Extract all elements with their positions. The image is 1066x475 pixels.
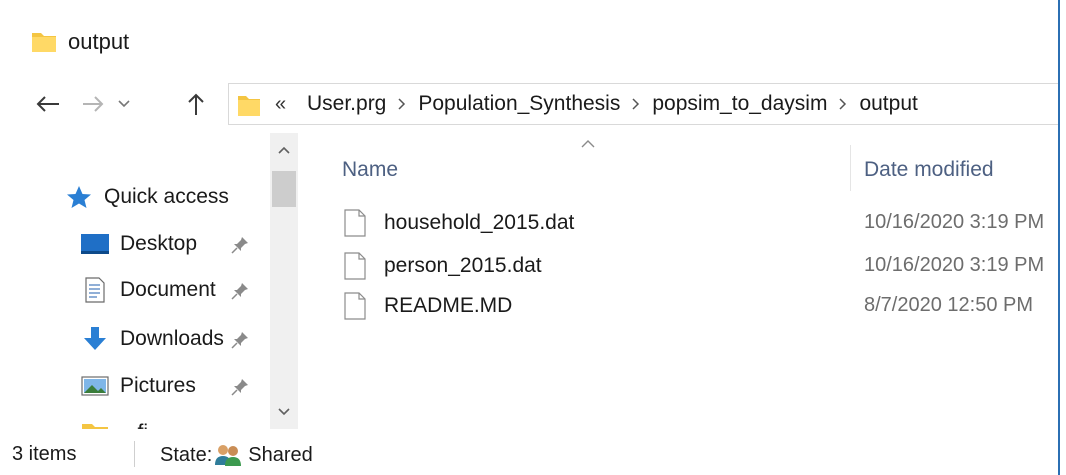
nav-item-label: ...fi... xyxy=(120,421,220,429)
breadcrumb: User.prg Population_Synthesis popsim_to_… xyxy=(305,92,920,116)
nav-item-label: Pictures xyxy=(120,374,196,397)
folder-icon xyxy=(82,424,108,429)
file-list: Name Date modified household_2015.dat 10… xyxy=(298,133,1058,429)
arrow-up-icon xyxy=(188,93,204,115)
breadcrumb-population-synthesis[interactable]: Population_Synthesis xyxy=(416,92,622,116)
chevron-down-icon xyxy=(118,100,130,108)
file-name: household_2015.dat xyxy=(384,211,575,234)
scroll-thumb[interactable] xyxy=(272,171,296,207)
chevron-up-icon xyxy=(278,146,290,154)
nav-item-desktop[interactable]: Desktop xyxy=(0,224,270,264)
nav-item-label: Quick access xyxy=(104,185,229,208)
file-date-modified: 10/16/2020 3:19 PM xyxy=(864,211,1045,233)
nav-item-label: Desktop xyxy=(120,232,198,255)
pin-icon[interactable] xyxy=(230,377,250,397)
nav-item-pictures[interactable]: Pictures xyxy=(0,366,270,406)
nav-item-documents[interactable]: Document xyxy=(0,270,270,310)
scroll-down-button[interactable] xyxy=(270,395,298,429)
navigation-bar: « User.prg Population_Synthesis popsim_t… xyxy=(0,80,1058,128)
breadcrumb-output[interactable]: output xyxy=(857,92,919,116)
pin-icon[interactable] xyxy=(230,281,250,301)
breadcrumb-popsim-to-daysim[interactable]: popsim_to_daysim xyxy=(650,92,829,116)
window-border xyxy=(1058,0,1060,475)
back-button[interactable] xyxy=(30,86,66,122)
folder-icon xyxy=(238,96,260,116)
chevron-right-icon[interactable] xyxy=(388,98,416,110)
folder-icon xyxy=(32,33,56,52)
nav-pane-scrollbar[interactable] xyxy=(270,133,298,429)
breadcrumb-overflow[interactable]: « xyxy=(275,93,286,116)
download-icon xyxy=(84,327,106,350)
pin-icon[interactable] xyxy=(230,235,250,255)
navigation-pane: Quick access Desktop Document Downloads xyxy=(0,133,298,429)
shared-users-icon xyxy=(215,445,242,466)
nav-item-downloads[interactable]: Downloads xyxy=(0,319,270,359)
star-icon xyxy=(67,186,91,208)
pin-icon[interactable] xyxy=(230,330,250,350)
file-row[interactable]: person_2015.dat 10/16/2020 3:19 PM xyxy=(342,246,1058,286)
forward-button[interactable] xyxy=(78,86,108,122)
chevron-down-icon xyxy=(278,408,290,416)
item-count: 3 items xyxy=(12,443,77,465)
title-bar: output xyxy=(0,0,1058,80)
nav-item-folder[interactable]: ...fi... xyxy=(0,413,270,429)
nav-item-label: Document xyxy=(120,278,216,301)
desktop-icon xyxy=(81,234,109,254)
address-bar[interactable]: « User.prg Population_Synthesis popsim_t… xyxy=(228,83,1058,125)
file-date-modified: 8/7/2020 12:50 PM xyxy=(864,294,1034,316)
column-header-name[interactable]: Name xyxy=(342,147,842,193)
breadcrumb-user-prg[interactable]: User.prg xyxy=(305,92,388,116)
chevron-right-icon[interactable] xyxy=(622,98,650,110)
column-header-date-modified[interactable]: Date modified xyxy=(864,147,1058,193)
file-date-modified: 10/16/2020 3:19 PM xyxy=(864,254,1045,276)
chevron-right-icon[interactable] xyxy=(829,98,857,110)
file-name: README.MD xyxy=(384,294,513,317)
sharing-state: State: Shared xyxy=(160,443,313,467)
file-row[interactable]: README.MD 8/7/2020 12:50 PM xyxy=(342,286,1058,326)
file-icon xyxy=(344,292,366,320)
up-button[interactable] xyxy=(181,86,211,122)
arrow-left-icon xyxy=(36,96,59,112)
scroll-up-button[interactable] xyxy=(270,133,298,167)
status-bar: 3 items State: Shared xyxy=(0,429,1058,475)
recent-locations-button[interactable] xyxy=(113,86,135,122)
window-title: output xyxy=(68,29,130,54)
status-divider xyxy=(134,441,135,467)
pictures-icon xyxy=(81,376,109,396)
state-value: Shared xyxy=(248,443,313,466)
nav-item-quick-access[interactable]: Quick access xyxy=(0,177,270,217)
nav-item-label: Downloads xyxy=(120,327,224,350)
column-divider[interactable] xyxy=(850,145,851,191)
file-icon xyxy=(344,252,366,280)
file-icon xyxy=(344,209,366,237)
arrow-right-icon xyxy=(83,96,104,112)
file-row[interactable]: household_2015.dat 10/16/2020 3:19 PM xyxy=(342,203,1058,243)
state-label: State: xyxy=(160,443,213,466)
documents-icon xyxy=(85,277,105,303)
file-name: person_2015.dat xyxy=(384,254,542,277)
